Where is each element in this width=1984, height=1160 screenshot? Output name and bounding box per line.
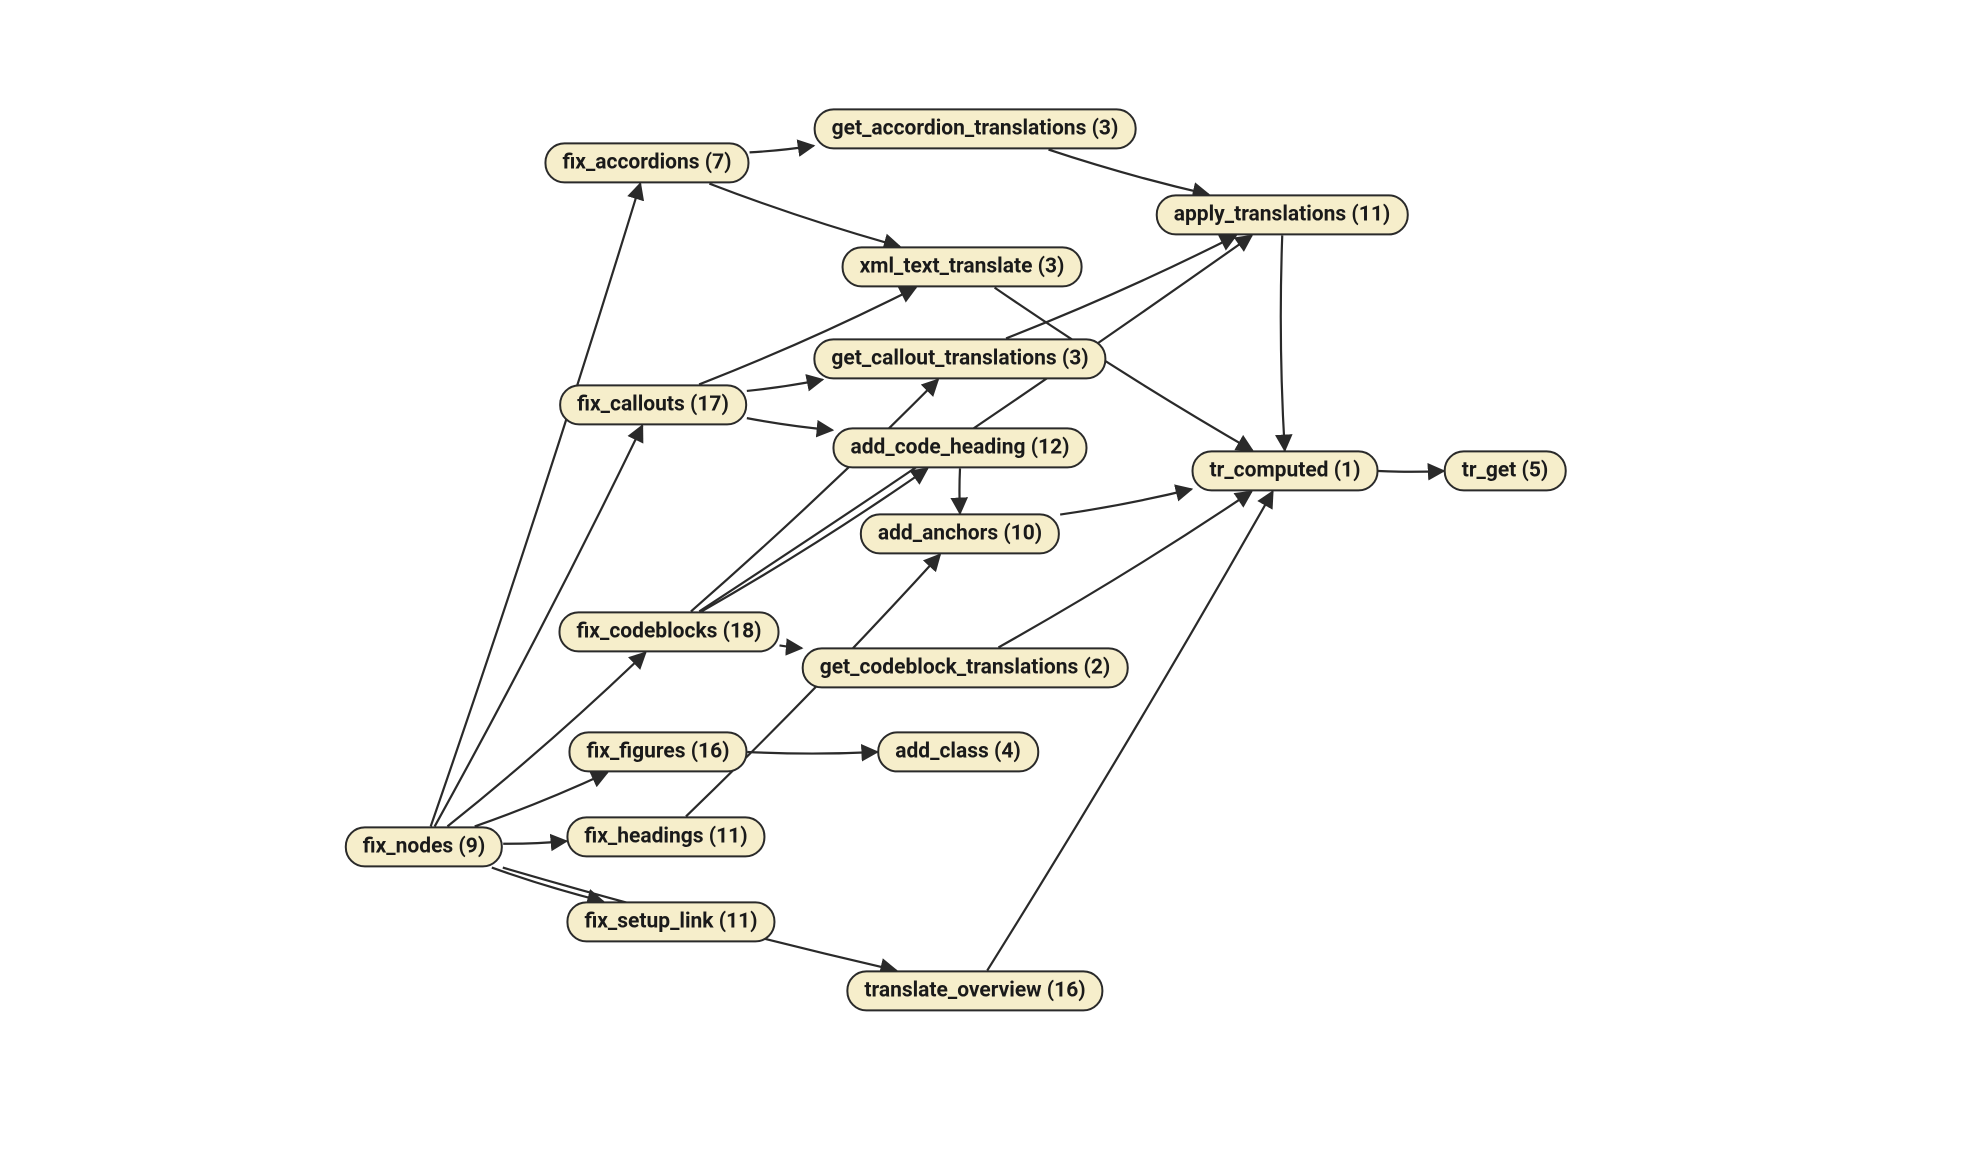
node-label: add_anchors (10)	[878, 521, 1042, 546]
graph-node-get_accordion_translations[interactable]: get_accordion_translations (3)	[814, 108, 1137, 149]
diagram-canvas: fix_nodes (9) fix_accordions (7) fix_callo…	[0, 0, 1984, 1160]
graph-edge-fix_accordions-get_accordion_translations	[750, 146, 814, 153]
graph-edge-fix_nodes-fix_accordions	[431, 184, 641, 827]
graph-edge-apply_translations-tr_computed	[1281, 236, 1285, 451]
graph-node-get_callout_translations[interactable]: get_callout_translations (3)	[813, 338, 1106, 379]
node-label: xml_text_translate (3)	[860, 254, 1065, 279]
node-label: fix_callouts (17)	[577, 392, 729, 417]
graph-edge-get_accordion_translations-apply_translations	[1049, 150, 1209, 195]
node-label: translate_overview (16)	[864, 978, 1085, 1003]
graph-node-apply_translations[interactable]: apply_translations (11)	[1156, 194, 1409, 235]
node-label: fix_setup_link (11)	[584, 909, 757, 934]
graph-edge-fix_figures-add_class	[748, 752, 878, 754]
graph-edge-fix_nodes-fix_setup_link	[492, 868, 603, 902]
graph-edge-fix_nodes-fix_headings	[503, 841, 566, 844]
graph-edge-add_anchors-tr_computed	[1060, 489, 1191, 514]
node-label: tr_computed (1)	[1210, 458, 1361, 483]
node-label: apply_translations (11)	[1174, 202, 1391, 227]
graph-edge-add_code_heading-add_anchors	[959, 469, 960, 514]
node-label: get_codeblock_translations (2)	[820, 655, 1111, 680]
graph-node-tr_computed[interactable]: tr_computed (1)	[1192, 450, 1379, 491]
graph-node-add_class[interactable]: add_class (4)	[877, 731, 1039, 772]
graph-edge-fix_codeblocks-apply_translations	[699, 236, 1251, 612]
graph-node-fix_setup_link[interactable]: fix_setup_link (11)	[566, 901, 775, 942]
node-label: add_class (4)	[895, 739, 1021, 764]
graph-node-translate_overview[interactable]: translate_overview (16)	[846, 970, 1103, 1011]
graph-node-fix_codeblocks[interactable]: fix_codeblocks (18)	[559, 611, 780, 652]
node-label: fix_accordions (7)	[562, 150, 731, 175]
graph-edge-translate_overview-tr_computed	[987, 492, 1272, 971]
graph-node-tr_get[interactable]: tr_get (5)	[1444, 450, 1567, 491]
node-label: tr_get (5)	[1462, 458, 1549, 483]
graph-edge-fix_codeblocks-get_codeblock_translations	[780, 645, 802, 648]
graph-edge-tr_computed-tr_get	[1378, 471, 1443, 472]
graph-node-add_code_heading[interactable]: add_code_heading (12)	[832, 427, 1087, 468]
node-label: fix_figures (16)	[586, 739, 729, 764]
graph-node-xml_text_translate[interactable]: xml_text_translate (3)	[842, 246, 1083, 287]
node-label: add_code_heading (12)	[850, 435, 1069, 460]
node-label: get_callout_translations (3)	[831, 346, 1088, 371]
graph-edge-fix_callouts-get_callout_translations	[747, 380, 823, 391]
graph-node-fix_accordions[interactable]: fix_accordions (7)	[544, 142, 749, 183]
graph-node-fix_headings[interactable]: fix_headings (11)	[566, 816, 765, 857]
node-label: get_accordion_translations (3)	[832, 116, 1119, 141]
graph-node-get_codeblock_translations[interactable]: get_codeblock_translations (2)	[802, 647, 1129, 688]
node-label: fix_codeblocks (18)	[577, 619, 762, 644]
graph-node-fix_callouts[interactable]: fix_callouts (17)	[559, 384, 747, 425]
graph-node-fix_figures[interactable]: fix_figures (16)	[568, 731, 747, 772]
graph-edge-fix_callouts-add_code_heading	[747, 418, 833, 430]
graph-edge-fix_accordions-xml_text_translate	[709, 184, 899, 247]
node-label: fix_nodes (9)	[363, 834, 485, 859]
graph-node-fix_nodes[interactable]: fix_nodes (9)	[345, 826, 503, 867]
node-label: fix_headings (11)	[584, 824, 747, 849]
graph-node-add_anchors[interactable]: add_anchors (10)	[860, 513, 1060, 554]
